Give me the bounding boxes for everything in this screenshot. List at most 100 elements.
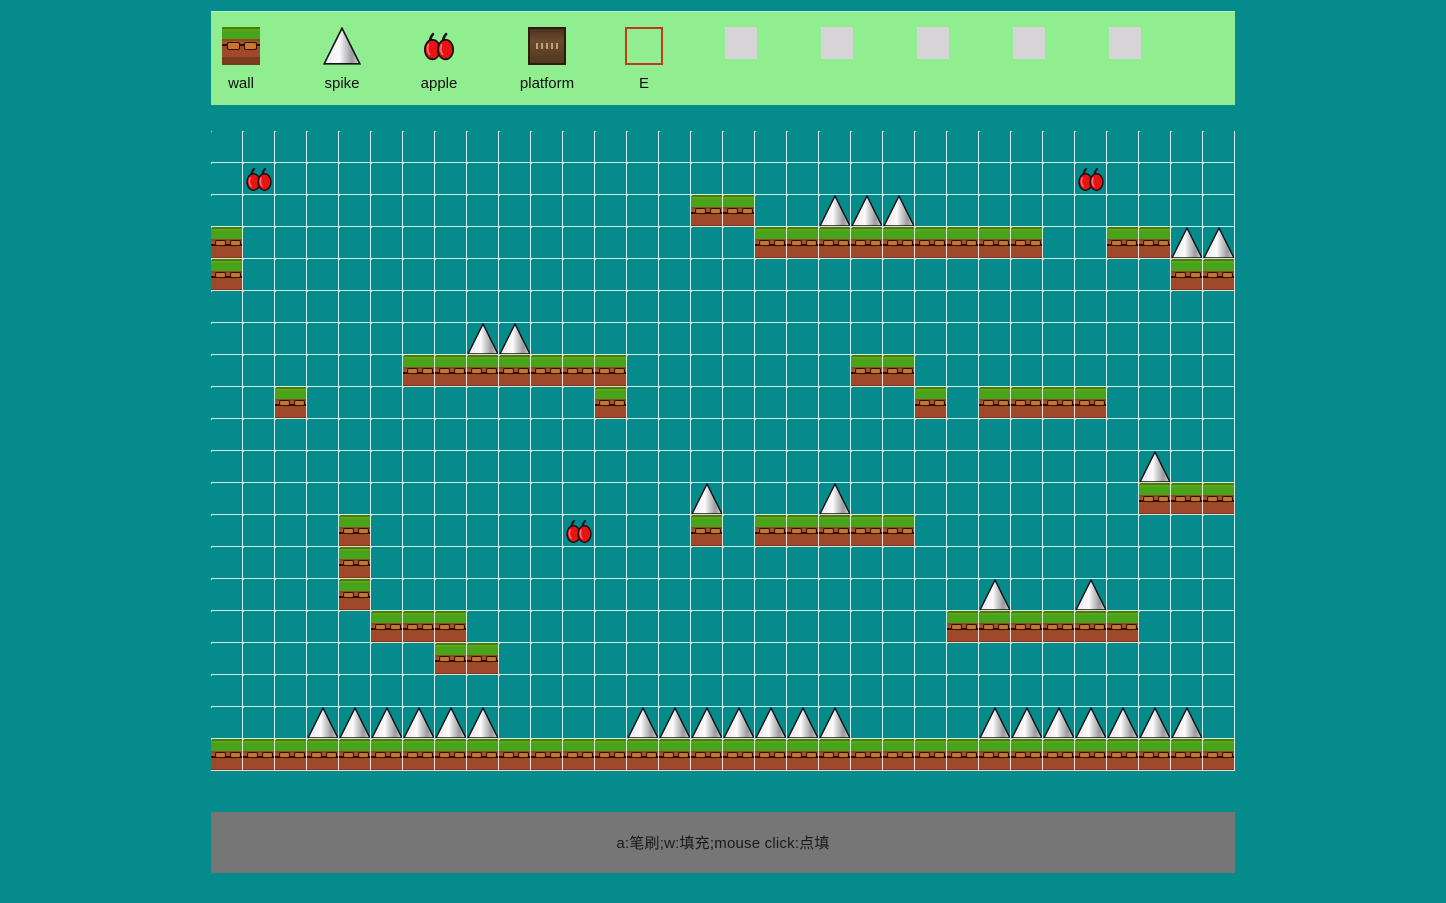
grid-cell-wall[interactable]: [659, 739, 691, 771]
grid-cell-spike[interactable]: [691, 707, 723, 739]
grid-cell-wall[interactable]: [1203, 739, 1235, 771]
grid-cell-wall[interactable]: [819, 227, 851, 259]
grid-cell-wall[interactable]: [1107, 611, 1139, 643]
grid-cell-spike[interactable]: [627, 707, 659, 739]
grid-cell-wall[interactable]: [819, 515, 851, 547]
grid-cell-wall[interactable]: [531, 739, 563, 771]
grid-cell-wall[interactable]: [1075, 387, 1107, 419]
grid-cell-wall[interactable]: [595, 355, 627, 387]
grid-cell-wall[interactable]: [883, 739, 915, 771]
grid-cell-spike[interactable]: [1075, 579, 1107, 611]
apple-tile-icon[interactable]: [420, 27, 458, 65]
grid-cell-apple[interactable]: [1075, 163, 1107, 195]
grid-cell-wall[interactable]: [435, 611, 467, 643]
grid-cell-spike[interactable]: [1075, 707, 1107, 739]
palette-slot-platform[interactable]: platform: [499, 27, 595, 92]
grid-cell-wall[interactable]: [755, 515, 787, 547]
grid-cell-spike[interactable]: [371, 707, 403, 739]
grid-cell-spike[interactable]: [1139, 451, 1171, 483]
palette-slot-empty-5[interactable]: [693, 27, 789, 70]
grid-cell-wall[interactable]: [1107, 739, 1139, 771]
grid-cell-wall[interactable]: [531, 355, 563, 387]
grid-cell-wall[interactable]: [755, 739, 787, 771]
grid-cell-wall[interactable]: [1139, 227, 1171, 259]
palette-slot-empty-8[interactable]: [981, 27, 1077, 70]
empty-slot-icon[interactable]: [725, 27, 757, 59]
grid-cell-wall[interactable]: [1139, 483, 1171, 515]
grid-cell-wall[interactable]: [467, 643, 499, 675]
empty-slot-icon[interactable]: [1013, 27, 1045, 59]
grid-cell-wall[interactable]: [211, 739, 243, 771]
grid-cell-wall[interactable]: [947, 739, 979, 771]
grid-cell-apple[interactable]: [243, 163, 275, 195]
grid-cell-wall[interactable]: [275, 739, 307, 771]
grid-cell-wall[interactable]: [787, 227, 819, 259]
grid-cell-wall[interactable]: [691, 739, 723, 771]
grid-cell-wall[interactable]: [627, 739, 659, 771]
empty-slot-icon[interactable]: [821, 27, 853, 59]
grid-cell-wall[interactable]: [467, 355, 499, 387]
grid-cell-spike[interactable]: [851, 195, 883, 227]
grid-cell-spike[interactable]: [499, 323, 531, 355]
grid-cell-wall[interactable]: [1011, 227, 1043, 259]
grid-cell-spike[interactable]: [1043, 707, 1075, 739]
grid-cell-wall[interactable]: [915, 227, 947, 259]
grid-cell-spike[interactable]: [979, 579, 1011, 611]
grid-cell-wall[interactable]: [755, 227, 787, 259]
grid-cell-spike[interactable]: [659, 707, 691, 739]
grid-cell-wall[interactable]: [339, 515, 371, 547]
grid-cell-wall[interactable]: [563, 739, 595, 771]
grid-cell-wall[interactable]: [1171, 483, 1203, 515]
grid-cell-wall[interactable]: [819, 739, 851, 771]
grid-cell-wall[interactable]: [1043, 739, 1075, 771]
grid-cell-wall[interactable]: [979, 227, 1011, 259]
palette-slot-eraser[interactable]: E: [596, 27, 692, 92]
grid-cell-wall[interactable]: [243, 739, 275, 771]
grid-cell-wall[interactable]: [563, 355, 595, 387]
grid-cell-wall[interactable]: [1203, 483, 1235, 515]
grid-cell-spike[interactable]: [819, 195, 851, 227]
grid-cell-spike[interactable]: [723, 707, 755, 739]
grid-cell-spike[interactable]: [819, 483, 851, 515]
grid-cell-wall[interactable]: [499, 355, 531, 387]
level-grid-canvas[interactable]: [211, 131, 1235, 771]
spike-tile-icon[interactable]: [323, 27, 361, 65]
grid-cell-wall[interactable]: [947, 611, 979, 643]
grid-cell-wall[interactable]: [211, 227, 243, 259]
grid-cell-spike[interactable]: [755, 707, 787, 739]
grid-cell-wall[interactable]: [307, 739, 339, 771]
grid-cell-wall[interactable]: [339, 739, 371, 771]
grid-cell-spike[interactable]: [435, 707, 467, 739]
grid-cell-wall[interactable]: [1139, 739, 1171, 771]
grid-cell-wall[interactable]: [851, 355, 883, 387]
empty-slot-icon[interactable]: [1109, 27, 1141, 59]
grid-cell-wall[interactable]: [371, 739, 403, 771]
palette-slot-empty-9[interactable]: [1077, 27, 1173, 70]
grid-cell-wall[interactable]: [1011, 387, 1043, 419]
grid-cell-wall[interactable]: [1171, 739, 1203, 771]
grid-cell-wall[interactable]: [723, 739, 755, 771]
grid-cell-wall[interactable]: [787, 515, 819, 547]
grid-cell-wall[interactable]: [595, 739, 627, 771]
grid-cell-wall[interactable]: [851, 515, 883, 547]
grid-cell-wall[interactable]: [435, 739, 467, 771]
grid-cell-spike[interactable]: [1011, 707, 1043, 739]
grid-cell-wall[interactable]: [435, 643, 467, 675]
palette-slot-apple[interactable]: apple: [391, 27, 487, 92]
grid-cell-wall[interactable]: [915, 739, 947, 771]
grid-cell-spike[interactable]: [787, 707, 819, 739]
palette-slot-spike[interactable]: spike: [294, 27, 390, 92]
grid-cell-wall[interactable]: [435, 355, 467, 387]
grid-cell-spike[interactable]: [979, 707, 1011, 739]
grid-cell-wall[interactable]: [339, 547, 371, 579]
grid-cell-wall[interactable]: [1203, 259, 1235, 291]
grid-cell-wall[interactable]: [499, 739, 531, 771]
grid-cell-wall[interactable]: [851, 739, 883, 771]
empty-slot-icon[interactable]: [917, 27, 949, 59]
grid-cell-wall[interactable]: [1075, 739, 1107, 771]
grid-cell-wall[interactable]: [403, 355, 435, 387]
grid-cell-wall[interactable]: [691, 515, 723, 547]
grid-cell-wall[interactable]: [403, 739, 435, 771]
grid-cell-wall[interactable]: [371, 611, 403, 643]
grid-cell-wall[interactable]: [979, 387, 1011, 419]
